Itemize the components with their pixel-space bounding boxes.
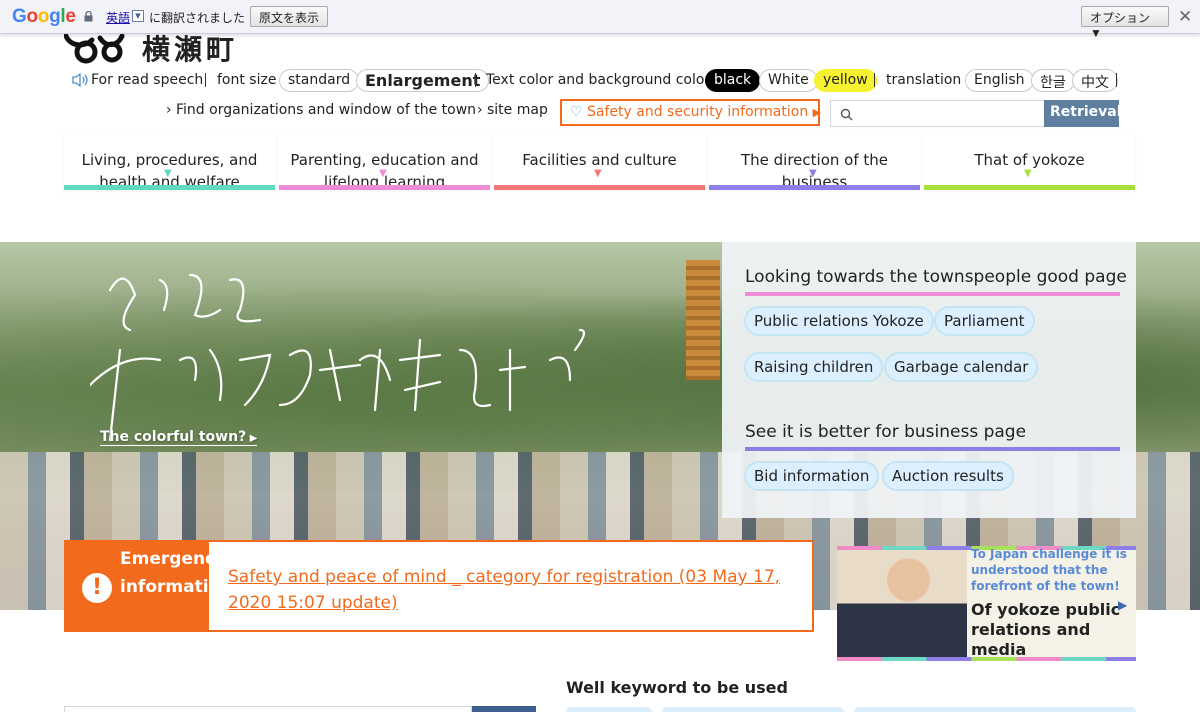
tag-auction-results[interactable]: Auction results [882, 461, 1014, 491]
triangle-right-icon: ▶ [246, 433, 258, 444]
speaker-icon [72, 73, 88, 87]
info-panel: Looking towards the townspeople good pag… [722, 242, 1136, 518]
tag-parliament[interactable]: Parliament [934, 306, 1035, 336]
language-link[interactable]: 英語 [106, 9, 130, 26]
show-original-button[interactable]: 原文を表示 [250, 6, 329, 27]
welcome-script-graphic [90, 273, 586, 442]
divider [475, 73, 476, 87]
heart-icon: ♡ [570, 104, 583, 120]
emergency-header: ! Emergency information [66, 542, 233, 630]
google-logo: Google [12, 6, 76, 27]
close-icon[interactable]: ✕ [1178, 7, 1192, 27]
translate-bar: Google 英語 ▼ に翻訳されました 原文を表示 オプション ▼ ✕ [0, 0, 1200, 40]
tag-raising-children[interactable]: Raising children [744, 352, 884, 382]
mayor-photo [837, 550, 967, 657]
font-standard-button[interactable]: standard [279, 69, 360, 92]
colorful-town-label: The colorful town? [100, 429, 247, 445]
promo-stripe-bottom [837, 657, 1136, 661]
search-button[interactable]: Retrieval [1044, 100, 1122, 127]
site-map-link[interactable]: site map [487, 102, 548, 118]
nav-color-bar [279, 185, 490, 190]
read-speech-link[interactable]: For read speech [91, 72, 203, 88]
chevron-right-icon: › [477, 102, 483, 118]
keyword-pill[interactable] [854, 707, 1136, 712]
emergency-link[interactable]: Safety and peace of mind _ category for … [228, 564, 813, 616]
options-button[interactable]: オプション ▼ [1081, 6, 1169, 40]
keyword-pill[interactable] [662, 707, 844, 712]
nav-yokoze[interactable]: That of yokoze ▼ [924, 136, 1135, 190]
language-dropdown-icon[interactable]: ▼ [132, 10, 144, 22]
triangle-right-icon: ▶ [1118, 598, 1128, 612]
color-yellow-button[interactable]: yellow [814, 69, 877, 92]
business-title: See it is better for business page [745, 422, 1027, 442]
tag-public-relations[interactable]: Public relations Yokoze [744, 306, 934, 336]
chevron-down-icon: ▼ [809, 168, 817, 179]
townspeople-rule [745, 292, 1120, 296]
chevron-down-icon: ▼ [379, 168, 387, 179]
promo-banner[interactable]: To Japan challenge it is understood that… [837, 546, 1136, 661]
chevron-down-icon: ▼ [164, 168, 172, 179]
nav-color-bar [924, 185, 1135, 190]
promo-subtitle: To Japan challenge it is understood that… [971, 547, 1127, 593]
safety-info-button[interactable]: ♡ Safety and security information ▶ [560, 99, 822, 126]
search-input[interactable] [830, 100, 1046, 127]
translated-message: に翻訳されました [149, 11, 246, 25]
factory-tower [686, 260, 720, 380]
nav-living[interactable]: Living, procedures, and health and welfa… [64, 136, 275, 191]
translation-label: translation [886, 72, 962, 88]
nav-business[interactable]: The direction of the business ▼ [709, 136, 920, 191]
chevron-down-icon: ▼ [1024, 168, 1032, 179]
emergency-title: Emergency information [120, 549, 233, 597]
business-rule [745, 447, 1120, 451]
find-org-link[interactable]: Find organizations and window of the tow… [176, 102, 476, 118]
tag-bid-information[interactable]: Bid information [744, 461, 880, 491]
bottom-search-button[interactable] [472, 706, 536, 712]
keyword-pill[interactable] [566, 707, 652, 712]
tag-garbage-calendar[interactable]: Garbage calendar [884, 352, 1039, 382]
divider [1116, 73, 1117, 87]
colorful-town-link[interactable]: The colorful town? ▶ [100, 429, 258, 446]
bottom-search-input[interactable] [64, 706, 472, 712]
color-black-button[interactable]: black [705, 69, 761, 92]
triangle-right-icon: ▶ [812, 106, 822, 119]
promo-title: Of yokoze public relations and media [971, 600, 1121, 659]
emergency-banner[interactable]: ! Emergency information Safety and peace… [64, 540, 814, 632]
divider [874, 73, 875, 87]
chevron-down-icon: ▼ [594, 168, 602, 179]
town-name[interactable]: 横瀬町 [142, 28, 238, 68]
font-size-label: font size [217, 72, 277, 88]
nav-parenting[interactable]: Parenting, education and lifelong learni… [279, 136, 490, 191]
lock-icon [84, 11, 93, 22]
keyword-title: Well keyword to be used [566, 678, 788, 697]
lang-korean-button[interactable]: 한글 [1031, 69, 1075, 92]
font-enlargement-button[interactable]: Enlargement [356, 69, 490, 92]
exclamation-icon: ! [82, 573, 112, 603]
search-icon [840, 108, 853, 121]
nav-color-bar [64, 185, 275, 190]
color-white-button[interactable]: White [759, 69, 818, 92]
lang-chinese-button[interactable]: 中文 [1072, 69, 1118, 92]
color-label: Text color and background color [486, 72, 711, 88]
nav-facilities[interactable]: Facilities and culture ▼ [494, 136, 705, 190]
nav-color-bar [494, 185, 705, 190]
townspeople-title: Looking towards the townspeople good pag… [745, 267, 1127, 287]
chevron-right-icon: › [166, 102, 172, 118]
safety-label: Safety and security information [587, 104, 809, 120]
lang-english-button[interactable]: English [965, 69, 1034, 92]
nav-color-bar [709, 185, 920, 190]
divider [205, 73, 206, 87]
